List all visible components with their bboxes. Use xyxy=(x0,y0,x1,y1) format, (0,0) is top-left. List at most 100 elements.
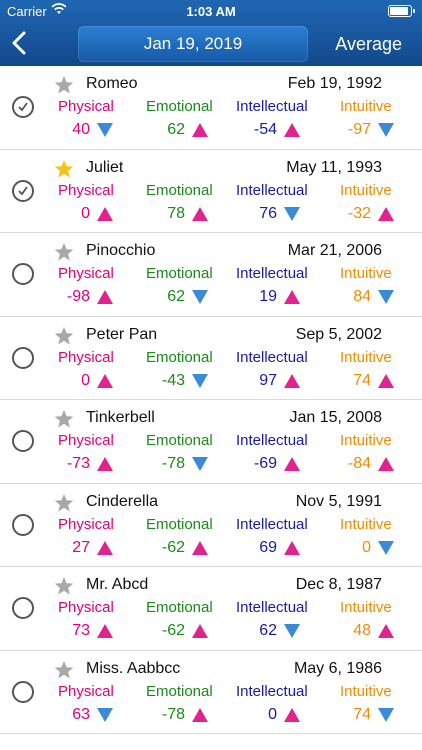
trend-up-icon xyxy=(97,540,113,555)
person-row[interactable]: Pinocchio Mar 21, 2006 Physical -98 Emotiona… xyxy=(0,233,422,317)
selected-check-icon[interactable] xyxy=(12,179,34,202)
trend-up-icon xyxy=(378,457,394,471)
star-icon[interactable] xyxy=(54,660,74,680)
unselected-radio-icon[interactable] xyxy=(12,513,34,536)
selected-date: Jan 19, 2019 xyxy=(143,34,243,53)
selected-check-icon[interactable] xyxy=(12,96,34,118)
star-icon[interactable] xyxy=(54,242,74,262)
physical-label: Physical xyxy=(58,348,114,366)
person-row[interactable]: Peter Pan Sep 5, 2002 Physical 0 Emotional -4… xyxy=(0,317,422,400)
star-icon[interactable] xyxy=(54,493,74,513)
person-row[interactable]: Miss. Aabbcc May 6, 1986 Physical 63 Emotion… xyxy=(0,651,422,734)
emotional-value: -78 xyxy=(161,705,185,723)
intellectual-label: Intellectual xyxy=(236,599,308,616)
trend-down-icon xyxy=(284,624,300,638)
person-name: Romeo xyxy=(86,75,138,92)
emotional-label: Emotional xyxy=(146,98,213,115)
intellectual-value: 97 xyxy=(259,371,277,389)
unselected-radio-icon[interactable] xyxy=(12,263,34,285)
trend-up-icon xyxy=(284,123,300,137)
intuitive-value: 74 xyxy=(353,371,371,389)
person-name: Cinderella xyxy=(86,492,159,510)
trend-up-icon xyxy=(97,457,113,471)
emotional-value: -62 xyxy=(161,622,185,639)
trend-up-icon xyxy=(284,707,300,722)
intellectual-label: Intellectual xyxy=(236,682,308,700)
status-time: 1:03 AM xyxy=(186,4,236,19)
physical-value: 40 xyxy=(72,121,90,138)
intuitive-label: Intuitive xyxy=(340,181,392,199)
person-birthdate: May 11, 1993 xyxy=(286,158,382,176)
intellectual-value: -69 xyxy=(253,455,277,472)
emotional-label: Emotional xyxy=(146,265,213,282)
emotional-value: 62 xyxy=(167,288,185,305)
person-birthdate: Sep 5, 2002 xyxy=(295,325,382,343)
intuitive-label: Intuitive xyxy=(340,515,392,533)
trend-up-icon xyxy=(192,540,208,555)
intuitive-value: 48 xyxy=(353,622,371,639)
unselected-radio-icon[interactable] xyxy=(12,346,34,369)
star-icon[interactable] xyxy=(54,326,74,346)
person-name: Juliet xyxy=(86,158,124,176)
person-name: Mr. Abcd xyxy=(86,576,149,593)
trend-up-icon xyxy=(97,290,113,304)
trend-up-icon xyxy=(97,206,113,221)
star-icon[interactable] xyxy=(54,409,74,429)
physical-label: Physical xyxy=(58,432,114,449)
intellectual-label: Intellectual xyxy=(236,265,308,282)
intellectual-value: 0 xyxy=(268,705,277,723)
person-birthdate: Jan 15, 2008 xyxy=(289,409,382,426)
physical-label: Physical xyxy=(58,265,114,282)
person-name: Tinkerbell xyxy=(86,409,155,426)
trend-up-icon xyxy=(378,206,394,221)
person-row[interactable]: Juliet May 11, 1993 Physical 0 Emotional 78 In… xyxy=(0,150,422,233)
emotional-label: Emotional xyxy=(146,348,213,366)
people-list: Romeo Feb 19, 1992 Physical 40 Emotional 62 In… xyxy=(0,66,422,734)
trend-down-icon xyxy=(192,290,208,304)
star-icon[interactable] xyxy=(54,576,74,596)
unselected-radio-icon[interactable] xyxy=(12,430,34,452)
emotional-label: Emotional xyxy=(146,515,213,533)
emotional-value: -43 xyxy=(161,371,185,389)
emotional-label: Emotional xyxy=(146,599,213,616)
unselected-radio-icon[interactable] xyxy=(12,680,34,703)
trend-down-icon xyxy=(97,123,113,137)
person-birthdate: Feb 19, 1992 xyxy=(287,75,382,92)
average-button[interactable]: Average xyxy=(335,34,402,55)
intellectual-value: -54 xyxy=(253,121,277,138)
unselected-radio-icon[interactable] xyxy=(12,597,34,619)
emotional-value: 78 xyxy=(167,204,185,222)
trend-up-icon xyxy=(192,123,208,137)
physical-label: Physical xyxy=(58,682,114,700)
trend-down-icon xyxy=(97,707,113,722)
physical-value: 0 xyxy=(81,204,90,222)
physical-label: Physical xyxy=(58,515,114,533)
intellectual-value: 76 xyxy=(259,204,277,222)
physical-value: 63 xyxy=(72,705,90,723)
intellectual-label: Intellectual xyxy=(236,181,308,199)
physical-value: -98 xyxy=(66,288,90,305)
intuitive-label: Intuitive xyxy=(340,682,392,700)
trend-up-icon xyxy=(97,373,113,388)
intellectual-value: 19 xyxy=(259,288,277,305)
intellectual-label: Intellectual xyxy=(236,348,308,366)
back-chevron-icon[interactable] xyxy=(10,31,30,55)
navigation-bar: Carrier 1:03 AM Jan 19, 2019 Average xyxy=(0,0,422,66)
person-row[interactable]: Mr. Abcd Dec 8, 1987 Physical 73 Emotional -6… xyxy=(0,567,422,651)
person-row[interactable]: Tinkerbell Jan 15, 2008 Physical -73 Emotion… xyxy=(0,400,422,484)
date-selector-button[interactable]: Jan 19, 2019 xyxy=(78,26,308,62)
physical-label: Physical xyxy=(58,181,114,199)
favorite-star-icon[interactable] xyxy=(54,159,74,179)
person-birthdate: Mar 21, 2006 xyxy=(287,242,382,259)
person-row[interactable]: Romeo Feb 19, 1992 Physical 40 Emotional 62 In… xyxy=(0,66,422,150)
intuitive-value: 74 xyxy=(353,705,371,723)
star-icon[interactable] xyxy=(54,75,74,95)
person-name: Miss. Aabbcc xyxy=(86,659,181,677)
physical-value: -73 xyxy=(66,455,90,472)
physical-value: 27 xyxy=(72,538,90,556)
person-name: Pinocchio xyxy=(86,242,156,259)
intuitive-label: Intuitive xyxy=(340,98,392,115)
person-row[interactable]: Cinderella Nov 5, 1991 Physical 27 Emotional… xyxy=(0,484,422,567)
trend-down-icon xyxy=(192,457,208,471)
status-bar: Carrier 1:03 AM xyxy=(0,0,422,22)
